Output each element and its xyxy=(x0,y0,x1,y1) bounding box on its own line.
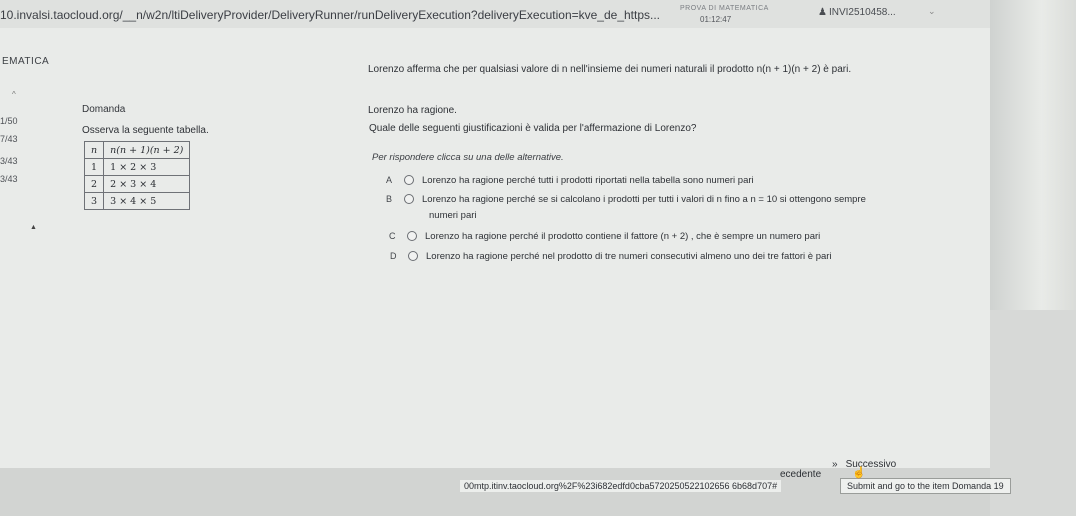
answer-hint: Per rispondere clicca su una delle alter… xyxy=(372,152,564,163)
option-letter: D xyxy=(390,251,397,261)
question-instruction: Osserva la seguente tabella. xyxy=(82,125,209,136)
table-cell: 1 xyxy=(83,158,105,176)
radio-button[interactable] xyxy=(408,251,418,262)
progress-item[interactable]: 3/43 xyxy=(0,156,18,166)
option-letter: C xyxy=(389,231,396,241)
progress-item[interactable]: 3/43 xyxy=(0,174,18,184)
table-header-cell: n xyxy=(83,141,105,159)
browser-top-bar: 10.invalsi.taocloud.org/__n/w2n/ltiDeliv… xyxy=(0,0,1076,29)
radio-button[interactable] xyxy=(404,194,414,205)
user-icon: ♟ xyxy=(818,7,827,18)
background-photo xyxy=(990,0,1076,310)
submit-tooltip: Submit and go to the item Domanda 19 xyxy=(840,478,1011,494)
question-prompt: Quale delle seguenti giustificazioni è v… xyxy=(369,123,697,134)
timer: 01:12:47 xyxy=(700,15,732,24)
double-chevron-right-icon: » xyxy=(832,459,838,470)
radio-button[interactable] xyxy=(407,231,417,242)
table-cell: 3 xyxy=(83,192,105,210)
status-bar-url: 00mtp.itinv.taocloud.org%2F%23i682edfd0c… xyxy=(460,480,782,492)
option-text: Lorenzo ha ragione perché nel prodotto d… xyxy=(426,251,832,262)
radio-button[interactable] xyxy=(404,175,414,186)
table-row: 1 1 × 2 × 3 xyxy=(83,158,191,176)
option-text-continued: numeri pari xyxy=(429,210,477,221)
option-text: Lorenzo ha ragione perché se si calcolan… xyxy=(422,194,866,205)
subject-label: EMATICA xyxy=(2,56,50,67)
option-a[interactable]: A Lorenzo ha ragione perché tutti i prodo… xyxy=(386,175,754,186)
user-id: INVI2510458... xyxy=(828,7,896,18)
option-d[interactable]: D Lorenzo ha ragione perché nel prodotto … xyxy=(390,251,832,262)
table-row: 2 2 × 3 × 4 xyxy=(83,175,191,193)
option-text: Lorenzo ha ragione perché il prodotto co… xyxy=(425,231,821,242)
option-letter: A xyxy=(386,175,393,185)
table-header-row: n n(n + 1)(n + 2) xyxy=(83,141,191,159)
question-title: Domanda xyxy=(82,104,126,115)
table-header-cell: n(n + 1)(n + 2) xyxy=(103,141,191,159)
data-table: n n(n + 1)(n + 2) 1 1 × 2 × 3 2 2 × 3 × … xyxy=(83,141,191,210)
table-cell: 1 × 2 × 3 xyxy=(103,158,191,176)
statement-repeat: Lorenzo ha ragione. xyxy=(368,105,457,116)
user-menu[interactable]: ♟ INVI2510458... xyxy=(818,7,896,18)
test-page: EMATICA ^ 1/50 7/43 3/43 3/43 ▲ Domanda … xyxy=(0,28,990,470)
table-cell: 3 × 4 × 5 xyxy=(103,192,191,210)
table-cell: 2 × 3 × 4 xyxy=(103,175,191,193)
option-letter: B xyxy=(386,194,393,204)
address-bar-url[interactable]: 10.invalsi.taocloud.org/__n/w2n/ltiDeliv… xyxy=(0,8,660,22)
chevron-down-icon[interactable]: ⌄ xyxy=(928,6,936,17)
progress-item[interactable]: 1/50 xyxy=(0,116,18,126)
test-name: PROVA DI MATEMATICA xyxy=(680,5,769,12)
hand-cursor-icon: ☝ xyxy=(852,467,866,479)
option-b[interactable]: B Lorenzo ha ragione perché se si calcola… xyxy=(386,194,866,205)
option-c[interactable]: C Lorenzo ha ragione perché il prodotto c… xyxy=(389,231,820,242)
option-text: Lorenzo ha ragione perché tutti i prodot… xyxy=(422,175,754,186)
table-cell: 2 xyxy=(83,175,105,193)
progress-item[interactable]: 7/43 xyxy=(0,134,18,144)
table-row: 3 3 × 4 × 5 xyxy=(83,192,191,210)
question-statement: Lorenzo afferma che per qualsiasi valore… xyxy=(368,64,852,75)
previous-button[interactable]: ecedente xyxy=(780,469,821,480)
chevron-up-icon[interactable]: ^ xyxy=(12,90,16,99)
scroll-up-icon[interactable]: ▲ xyxy=(30,224,37,231)
